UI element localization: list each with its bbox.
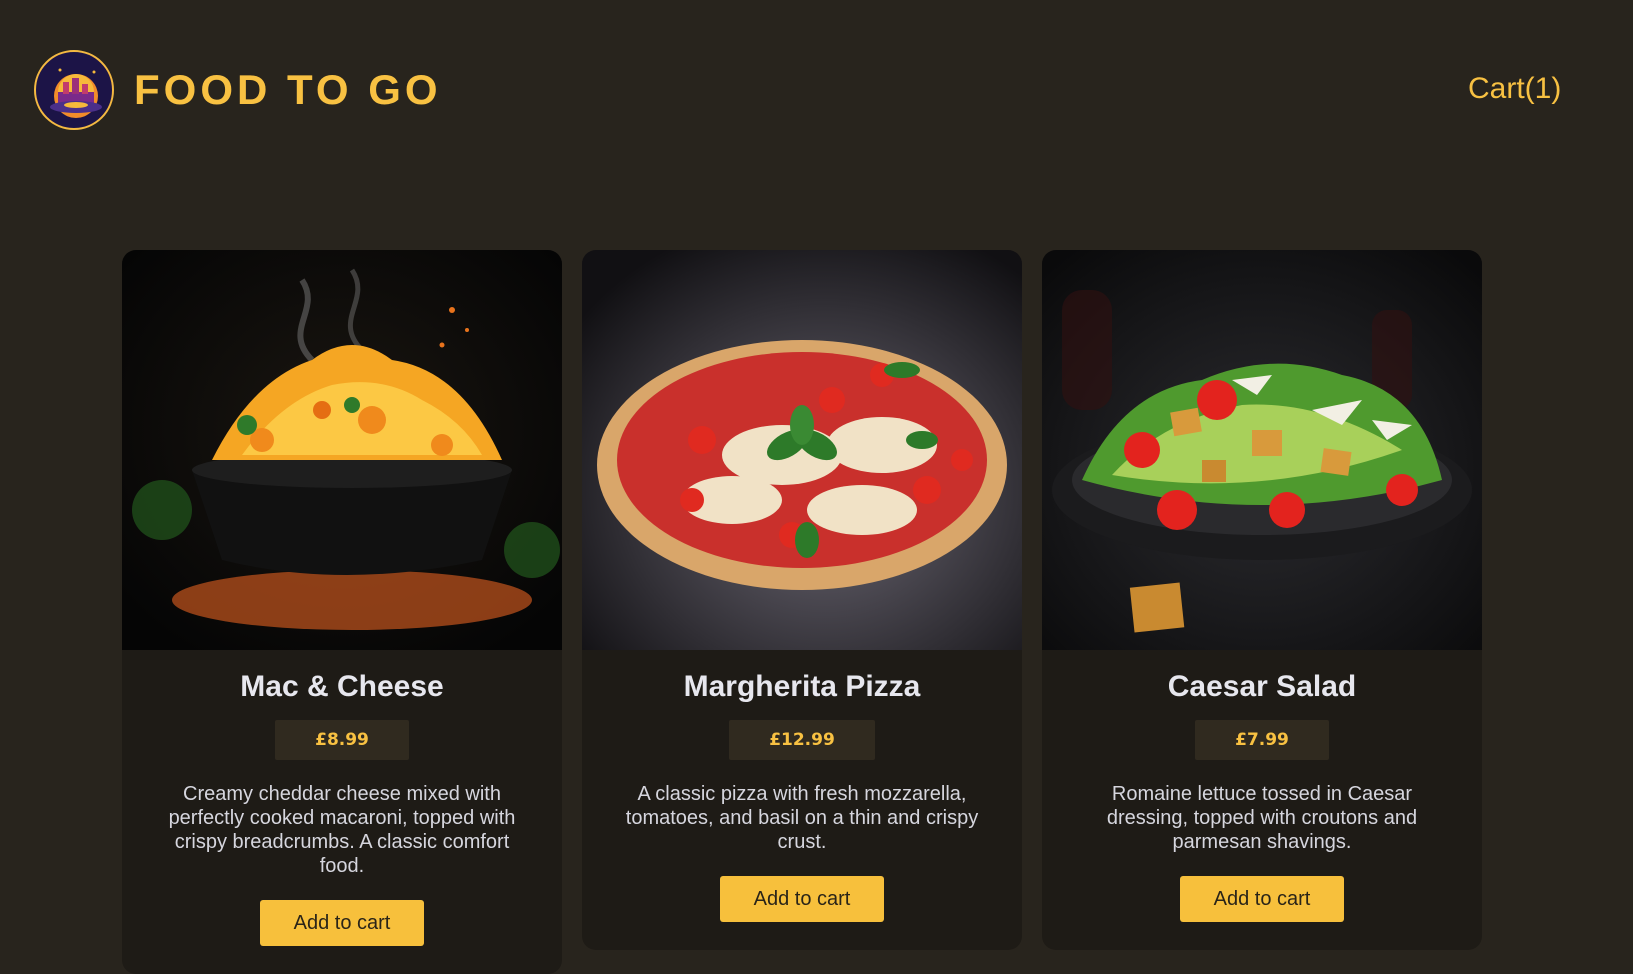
add-to-cart-button[interactable]: Add to cart <box>260 900 424 946</box>
item-name: Caesar Salad <box>1167 670 1357 703</box>
margherita-pizza-photo <box>582 250 1022 650</box>
price-badge: £8.99 <box>275 720 409 760</box>
logo-graphic <box>50 68 102 118</box>
item-description: Romaine lettuce tossed in Caesar dressin… <box>1106 783 1418 853</box>
item-description: A classic pizza with fresh mozzarella, t… <box>625 783 979 853</box>
brand-name[interactable]: FOOD TO GO <box>134 66 442 114</box>
item-name: Margherita Pizza <box>683 670 921 703</box>
menu-card-mac-and-cheese: Mac & Cheese £8.99 Creamy cheddar cheese… <box>122 250 562 974</box>
mac-and-cheese-photo <box>122 250 562 650</box>
price-badge: £12.99 <box>729 720 875 760</box>
item-name: Mac & Cheese <box>240 670 444 703</box>
menu-grid: Mac & Cheese £8.99 Creamy cheddar cheese… <box>122 250 1482 974</box>
price-badge: £7.99 <box>1195 720 1329 760</box>
site-header: FOOD TO GO Cart(1) <box>0 0 1633 180</box>
menu-card-margherita-pizza: Margherita Pizza £12.99 A classic pizza … <box>582 250 1022 950</box>
item-description: Creamy cheddar cheese mixed with perfect… <box>168 783 516 877</box>
add-to-cart-button[interactable]: Add to cart <box>720 876 884 922</box>
restaurant-logo-icon[interactable] <box>34 50 114 130</box>
cart-link[interactable]: Cart(1) <box>1468 72 1561 106</box>
add-to-cart-button[interactable]: Add to cart <box>1180 876 1344 922</box>
caesar-salad-photo <box>1042 250 1482 650</box>
menu-card-caesar-salad: Caesar Salad £7.99 Romaine lettuce tosse… <box>1042 250 1482 950</box>
